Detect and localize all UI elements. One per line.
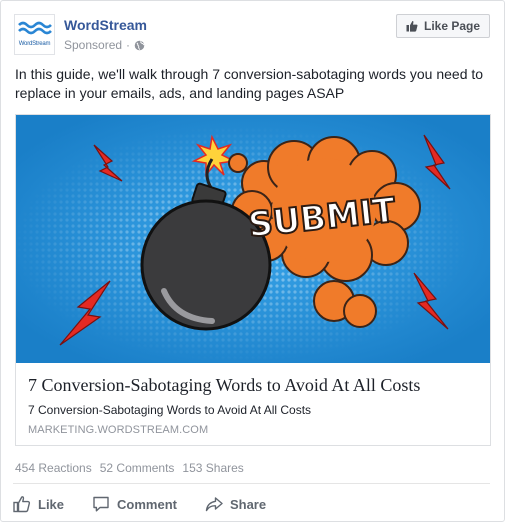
wordstream-logo-icon xyxy=(18,21,52,35)
like-button[interactable]: Like xyxy=(13,491,64,517)
reactions-count[interactable]: 454 Reactions xyxy=(15,461,92,475)
sponsored-line: Sponsored · xyxy=(64,38,145,52)
page-name-link[interactable]: WordStream xyxy=(64,17,147,33)
thumbs-up-outline-icon xyxy=(13,496,31,513)
shares-count[interactable]: 153 Shares xyxy=(182,461,243,475)
comment-button[interactable]: Comment xyxy=(92,491,177,517)
globe-icon[interactable] xyxy=(134,40,145,51)
action-bar: Like Comment Share xyxy=(13,491,266,517)
page-avatar[interactable]: WordStream xyxy=(14,14,55,55)
card-body: 7 Conversion-Sabotaging Words to Avoid A… xyxy=(16,363,490,445)
comments-count[interactable]: 52 Comments xyxy=(100,461,175,475)
comment-bubble-icon xyxy=(93,496,109,512)
post-header: WordStream WordStream Sponsored · Like P… xyxy=(14,14,490,58)
share-button[interactable]: Share xyxy=(205,491,266,517)
card-description: 7 Conversion-Sabotaging Words to Avoid A… xyxy=(28,403,312,417)
share-arrow-icon xyxy=(205,497,223,512)
bomb-submit-illustration: SUBMIT xyxy=(16,115,490,363)
sponsored-post: WordStream WordStream Sponsored · Like P… xyxy=(0,0,505,522)
post-message: In this guide, we'll walk through 7 conv… xyxy=(15,66,484,101)
like-page-button[interactable]: Like Page xyxy=(396,14,490,38)
card-title[interactable]: 7 Conversion-Sabotaging Words to Avoid A… xyxy=(28,375,420,396)
separator-dot: · xyxy=(126,38,131,52)
like-page-label: Like Page xyxy=(423,19,481,33)
comment-label: Comment xyxy=(117,496,177,512)
action-divider xyxy=(13,483,490,484)
sponsored-label[interactable]: Sponsored xyxy=(64,38,122,52)
engagement-stats: 454 Reactions 52 Comments 153 Shares xyxy=(15,461,244,475)
share-label: Share xyxy=(229,496,267,512)
like-label: Like xyxy=(38,496,65,512)
avatar-brand-text: WordStream xyxy=(18,41,51,47)
link-preview-card[interactable]: SUBMIT 7 Conversion-Sabotaging Words to … xyxy=(15,114,491,446)
card-domain: MARKETING.WORDSTREAM.COM xyxy=(28,424,209,436)
thumbs-up-icon xyxy=(406,20,418,32)
